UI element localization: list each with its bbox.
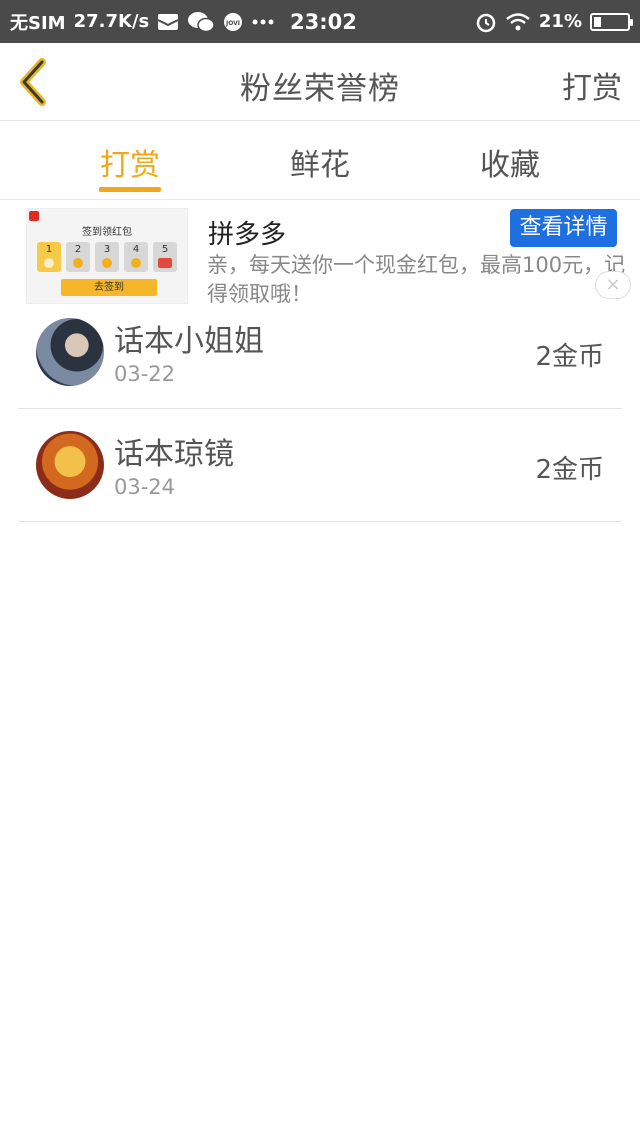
tab-favorites[interactable]: 收藏 (450, 140, 570, 184)
mail-icon (157, 13, 179, 31)
reward-amount: 2金币 (535, 342, 604, 372)
ad-day-number: 2 (74, 244, 82, 255)
user-name: 话本琼镜 (114, 437, 234, 472)
tab-active-indicator (99, 187, 161, 192)
wifi-icon (505, 12, 531, 32)
list-item[interactable]: 话本琼镜 03-24 2金币 (18, 409, 622, 522)
more-dots-icon (251, 18, 275, 26)
fan-list: 话本小姐姐 03-22 2金币 话本琼镜 03-24 2金币 (18, 296, 622, 522)
status-bar-left: 无SIM 27.7K/s JOVI (10, 9, 275, 35)
tab-flowers[interactable]: 鲜花 (260, 140, 380, 184)
reward-amount: 2金币 (535, 455, 604, 485)
ad-day: 4 (124, 242, 148, 272)
coin-icon (131, 258, 141, 268)
ad-day: 5 (153, 242, 177, 272)
ad-image-button: 去签到 (61, 279, 157, 296)
wechat-icon (187, 11, 215, 33)
avatar[interactable] (36, 318, 104, 386)
status-time: 23:02 (290, 10, 357, 34)
status-bar-right: 21% (475, 11, 633, 33)
check-icon (44, 258, 54, 268)
battery-icon (590, 12, 633, 31)
svg-text:JOVI: JOVI (225, 20, 240, 27)
jovi-icon: JOVI (223, 12, 243, 32)
app-header: 粉丝荣誉榜 打赏 (0, 43, 640, 121)
ad-title: 拼多多 (208, 220, 287, 250)
ad-day: 2 (66, 242, 90, 272)
reward-button[interactable]: 打赏 (562, 63, 622, 107)
ad-day-number: 3 (103, 244, 111, 255)
ad-banner[interactable]: 签到领红包 1 2 3 4 5 去签到 拼多多 查看详情 亲，每天送你一个现金红… (0, 200, 640, 308)
ad-close-button[interactable]: × (595, 271, 631, 299)
battery-fill (594, 16, 601, 27)
ad-day-number: 1 (45, 244, 53, 255)
tab-reward[interactable]: 打赏 (70, 140, 190, 184)
coin-icon (73, 258, 83, 268)
tab-bar: 打赏 鲜花 收藏 (0, 122, 640, 200)
ad-logo-icon (29, 211, 39, 221)
list-item[interactable]: 话本小姐姐 03-22 2金币 (18, 296, 622, 409)
ad-day-number: 4 (132, 244, 140, 255)
ad-day: 3 (95, 242, 119, 272)
ad-checkin-days: 1 2 3 4 5 (37, 242, 177, 272)
ad-day-number: 5 (161, 244, 169, 255)
avatar[interactable] (36, 431, 104, 499)
alarm-icon (475, 11, 497, 33)
red-packet-icon (158, 258, 172, 268)
ad-image-title: 签到领红包 (82, 227, 132, 238)
status-bar: 无SIM 27.7K/s JOVI 23:02 21% (0, 0, 640, 43)
page-title: 粉丝荣誉榜 (240, 71, 400, 107)
user-date: 03-22 (114, 362, 176, 386)
battery-percent: 21% (538, 11, 582, 32)
ad-image[interactable]: 签到领红包 1 2 3 4 5 去签到 (26, 208, 188, 304)
ad-day: 1 (37, 242, 61, 272)
network-speed: 27.7K/s (73, 11, 150, 32)
carrier-text: 无SIM (10, 12, 66, 34)
coin-icon (102, 258, 112, 268)
ad-view-details-button[interactable]: 查看详情 (510, 209, 617, 247)
user-name: 话本小姐姐 (114, 324, 264, 359)
user-date: 03-24 (114, 475, 176, 499)
